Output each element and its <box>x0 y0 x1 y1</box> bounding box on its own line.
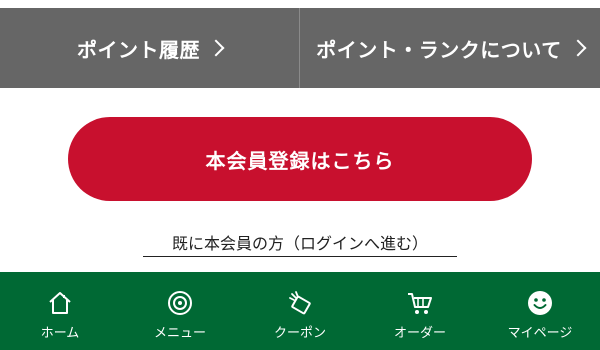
points-rank-info-button[interactable]: ポイント・ランクについて <box>300 8 600 88</box>
top-action-row: ポイント履歴 ポイント・ランクについて <box>0 8 600 88</box>
nav-label-menu: メニュー <box>153 326 206 341</box>
login-link-label: 既に本会員の方（ログインへ進む） <box>171 234 428 253</box>
nav-label-mypage: マイページ <box>507 326 573 341</box>
app-screen: ポイント履歴 ポイント・ランクについて 本会員登録はこちら 既に本会員の方（ログ… <box>0 0 600 350</box>
points-history-label: ポイント履歴 <box>77 37 200 62</box>
cart-icon <box>408 293 432 314</box>
points-rank-info-label: ポイント・ランクについて <box>316 37 562 62</box>
points-history-button[interactable]: ポイント履歴 <box>0 8 300 88</box>
nav-item-order[interactable]: オーダー <box>360 272 480 350</box>
register-member-button[interactable]: 本会員登録はこちら <box>68 117 532 201</box>
home-icon <box>49 292 71 314</box>
nav-item-coupon[interactable]: クーポン <box>240 272 360 350</box>
login-link[interactable]: 既に本会員の方（ログインへ進む） <box>143 228 457 257</box>
nav-label-coupon: クーポン <box>273 326 326 341</box>
nav-item-menu[interactable]: メニュー <box>120 272 240 350</box>
register-member-label: 本会員登録はこちら <box>205 148 395 173</box>
coupon-icon <box>289 291 311 315</box>
smiley-icon <box>528 291 552 315</box>
bottom-navigation: ホーム メニュー クーポン オーダー マイページ <box>0 272 600 350</box>
nav-item-mypage[interactable]: マイページ <box>480 272 600 350</box>
menu-plate-icon <box>168 291 192 315</box>
chevron-right-icon <box>207 39 225 57</box>
chevron-right-icon <box>569 39 587 57</box>
nav-item-home[interactable]: ホーム <box>0 272 120 350</box>
nav-label-order: オーダー <box>393 326 446 341</box>
nav-label-home: ホーム <box>40 326 80 341</box>
